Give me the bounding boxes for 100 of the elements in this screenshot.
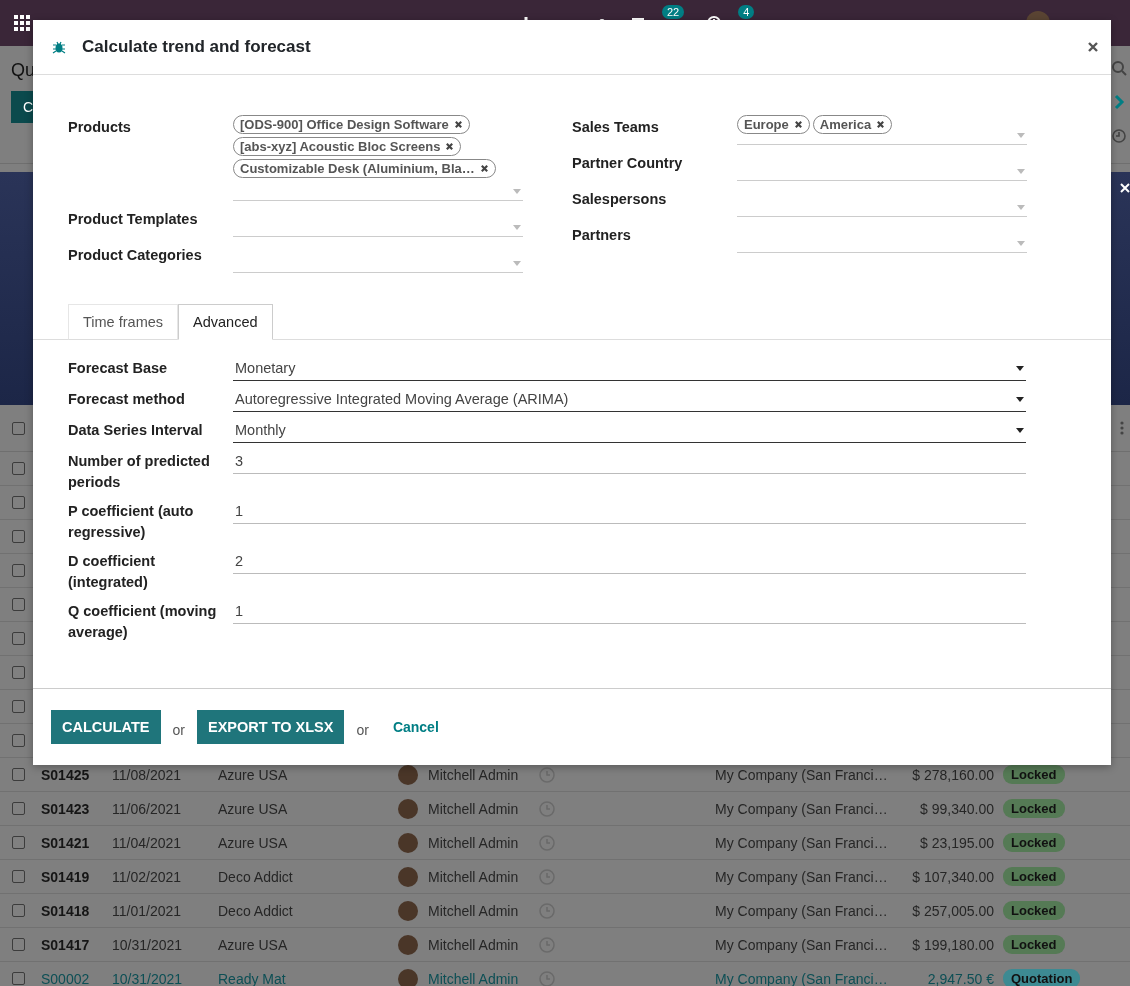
caret-icon xyxy=(1017,169,1025,174)
table-cell-text: Deco Addict xyxy=(218,902,294,919)
select-all-checkbox[interactable] xyxy=(12,421,25,435)
tab[interactable]: Advanced xyxy=(178,304,273,340)
table-cell-text: S01417 xyxy=(41,936,91,953)
table-cell-text: 11/01/2021 xyxy=(112,902,183,919)
tag-field[interactable]: Europe America xyxy=(737,115,1027,145)
row-checkbox[interactable] xyxy=(12,836,25,849)
caret-icon xyxy=(1016,427,1024,433)
table-cell-text: Azure USA xyxy=(218,936,289,953)
input-field[interactable]: 1 xyxy=(233,499,1026,524)
table-cell-text: Azure USA xyxy=(218,766,289,783)
remove-icon[interactable] xyxy=(453,120,463,129)
apps-menu-icon[interactable] xyxy=(12,13,32,33)
row-checkbox[interactable] xyxy=(12,700,25,713)
remove-icon[interactable] xyxy=(876,120,886,129)
field-label: Salespersons xyxy=(572,190,668,209)
search-icon[interactable] xyxy=(1111,60,1127,76)
table-cell-text: My Company (San Franci… xyxy=(715,970,889,986)
input-field[interactable]: 1 xyxy=(233,599,1026,624)
remove-icon[interactable] xyxy=(445,142,455,151)
table-cell-text: 11/08/2021 xyxy=(112,766,183,783)
avatar-icon xyxy=(398,900,418,921)
row-checkbox[interactable] xyxy=(12,530,25,543)
table-cell-text: 11/06/2021 xyxy=(112,800,183,817)
table-cell-text: S01421 xyxy=(41,834,91,851)
table-cell-text: Mitchell Admin xyxy=(428,834,520,851)
status-badge: Locked xyxy=(1003,799,1065,818)
row-checkbox[interactable] xyxy=(12,598,25,611)
clock-icon[interactable] xyxy=(1111,128,1127,144)
caret-icon xyxy=(1017,133,1025,138)
table-cell-text: $ 278,160.00 xyxy=(911,766,995,783)
input-field[interactable]: 3 xyxy=(233,449,1026,474)
table-cell-text: Ready Mat xyxy=(218,970,287,986)
row-checkbox[interactable] xyxy=(12,904,25,917)
table-cell-text: S01425 xyxy=(41,766,91,783)
table-cell-text: $ 107,340.00 xyxy=(911,868,995,885)
row-checkbox[interactable] xyxy=(12,666,25,679)
select-field[interactable]: Monthly xyxy=(233,418,1026,443)
table-cell-text: Azure USA xyxy=(218,834,289,851)
separator-text: or xyxy=(172,721,185,738)
status-badge: Locked xyxy=(1003,867,1065,886)
select-field[interactable]: Monetary xyxy=(233,356,1026,381)
status-badge: Quotation xyxy=(1003,969,1081,986)
table-cell-text: $ 23,195.00 xyxy=(919,834,995,851)
caret-icon xyxy=(513,189,521,194)
bug-icon xyxy=(52,40,66,54)
select-field[interactable]: Autoregressive Integrated Moving Average (ARIMA) xyxy=(233,387,1026,412)
row-checkbox[interactable] xyxy=(12,462,25,475)
cancel-link[interactable]: Cancel xyxy=(392,719,439,735)
row-checkbox[interactable] xyxy=(12,938,25,951)
caret-icon xyxy=(1017,205,1025,210)
row-checkbox[interactable] xyxy=(12,632,25,645)
table-cell-text: S00002 xyxy=(41,970,91,986)
row-checkbox[interactable] xyxy=(12,802,25,815)
row-checkbox[interactable] xyxy=(12,768,25,781)
dialog-title: Calculate trend and forecast xyxy=(82,37,312,57)
action-button[interactable]: EXPORT TO XLSX xyxy=(197,710,345,744)
table-cell-text: Mitchell Admin xyxy=(428,800,520,817)
remove-icon[interactable] xyxy=(793,120,803,129)
table-cell-text: 10/31/2021 xyxy=(112,936,184,953)
count-badge: 4 xyxy=(738,5,755,19)
table-cell-text: $ 99,340.00 xyxy=(919,800,995,817)
table-cell-text: My Company (San Franci… xyxy=(715,766,889,783)
table-cell-text: S01419 xyxy=(41,868,91,885)
field-label: Q coefficient (moving average) xyxy=(68,602,218,642)
field-label: D coefficient (integrated) xyxy=(68,552,156,592)
field-label: Data Series Interval xyxy=(68,421,204,440)
separator-text: or xyxy=(356,721,369,738)
field-label: Number of predicted periods xyxy=(68,452,211,492)
tab[interactable]: Time frames xyxy=(68,304,179,340)
status-badge: Locked xyxy=(1003,935,1065,954)
row-checkbox[interactable] xyxy=(12,734,25,747)
table-cell-text: My Company (San Franci… xyxy=(715,902,889,919)
column-options-icon[interactable] xyxy=(1120,421,1124,435)
row-checkbox[interactable] xyxy=(12,564,25,577)
input-field[interactable]: 2 xyxy=(233,549,1026,574)
table-cell-text: 10/31/2021 xyxy=(112,970,184,986)
status-badge: Locked xyxy=(1003,833,1065,852)
remove-icon[interactable] xyxy=(479,164,489,173)
table-cell-text: S01423 xyxy=(41,800,91,817)
close-icon[interactable] xyxy=(1087,41,1099,53)
table-cell-text: My Company (San Franci… xyxy=(715,936,889,953)
row-checkbox[interactable] xyxy=(12,496,25,509)
row-checkbox[interactable] xyxy=(12,972,25,985)
field-label: Forecast Base xyxy=(68,359,169,378)
table-cell-text: $ 199,180.00 xyxy=(911,936,995,953)
tag-field[interactable]: [ODS-900] Office Design Software [abs-xyz] Acoustic Bloc Screens Customizable Desk (Aluminium, Bla… xyxy=(233,115,523,201)
table-cell-text: 11/02/2021 xyxy=(112,868,183,885)
clock-icon[interactable] xyxy=(538,765,556,784)
status-badge: Locked xyxy=(1003,765,1065,784)
action-button[interactable]: CALCULATE xyxy=(51,710,161,744)
avatar-icon xyxy=(398,798,418,819)
table-cell-text: Azure USA xyxy=(218,800,289,817)
field-label: Product Categories xyxy=(68,246,203,265)
row-checkbox[interactable] xyxy=(12,870,25,883)
field-label: Sales Teams xyxy=(572,118,660,137)
field-label: P coefficient (auto regressive) xyxy=(68,502,195,542)
caret-icon xyxy=(1016,365,1024,371)
table-cell-text: Mitchell Admin xyxy=(428,902,520,919)
